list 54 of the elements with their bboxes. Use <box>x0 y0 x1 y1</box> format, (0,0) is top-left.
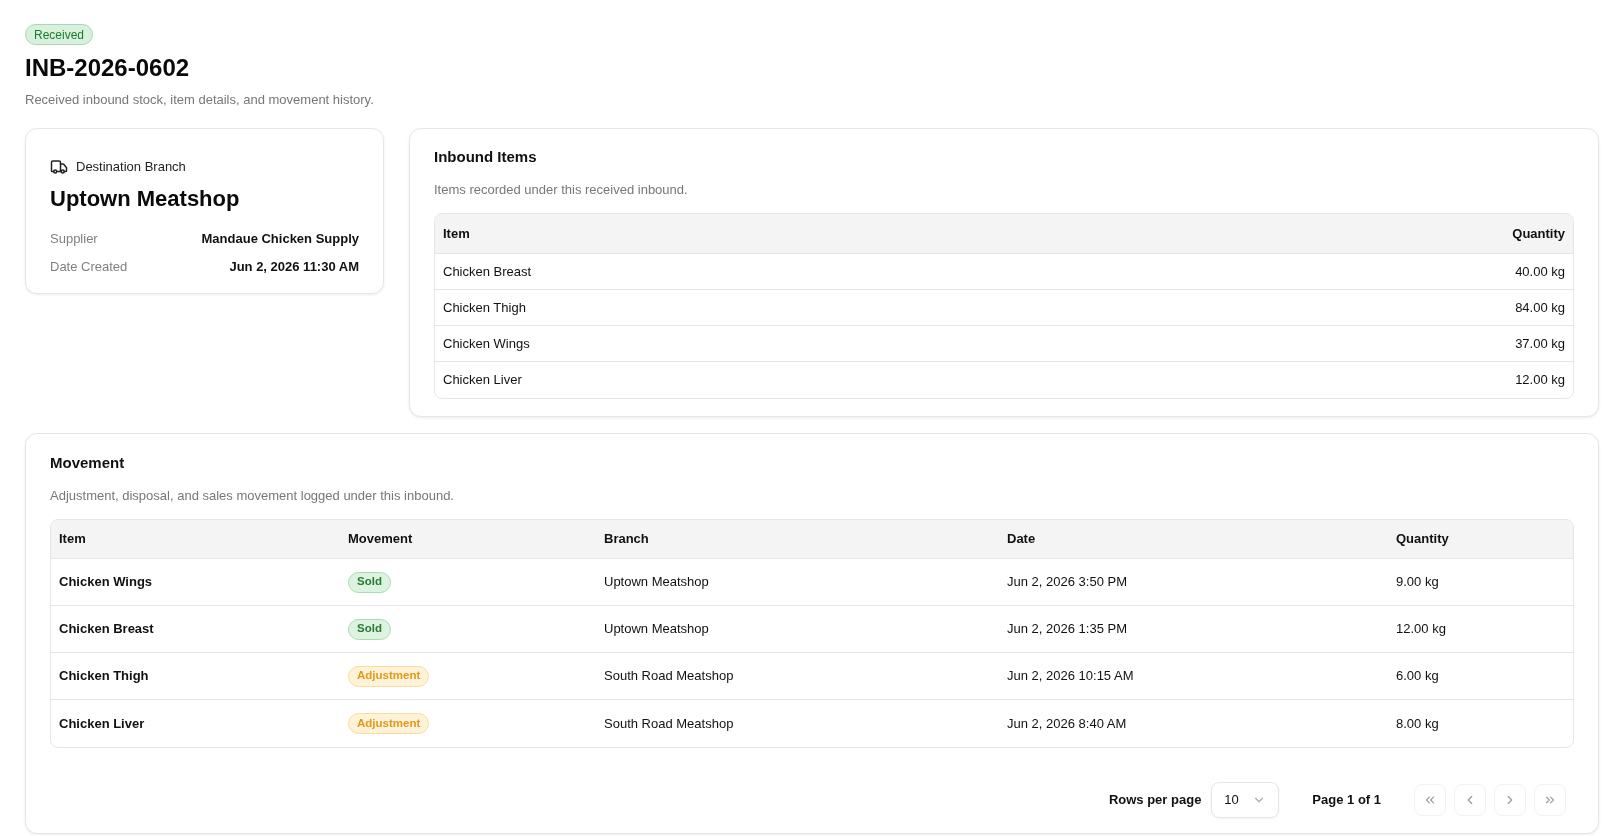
card-title: Inbound Items <box>434 148 537 165</box>
column-header: Movement <box>348 530 413 549</box>
table-cell-text: Chicken Thigh <box>59 667 149 686</box>
table-cell-text: Chicken Thigh <box>443 298 526 317</box>
status-badge: Received <box>25 24 94 45</box>
table-cell-text: 40.00 kg <box>1515 262 1565 281</box>
column-header: Branch <box>604 530 649 549</box>
table-cell-text: Chicken Wings <box>59 573 153 592</box>
detail-label: Supplier <box>50 230 98 248</box>
movement-badge: Adjustment <box>348 713 430 734</box>
table-cell-text: South Road Meatshop <box>604 667 734 686</box>
table-cell-text: 12.00 kg <box>1396 620 1446 639</box>
table-cell-text: 8.00 kg <box>1396 714 1439 733</box>
column-header: Date <box>1007 530 1036 549</box>
table-cell-text: Jun 2, 2026 3:50 PM <box>1007 573 1127 592</box>
table-cell-text: Jun 2, 2026 10:15 AM <box>1007 667 1134 686</box>
movement-badge: Adjustment <box>348 665 430 687</box>
table-cell-text: Jun 2, 2026 1:35 PM <box>1007 620 1127 639</box>
table-cell-text: Chicken Breast <box>59 620 154 639</box>
table-cell-text: 6.00 kg <box>1396 667 1439 686</box>
movement-badge: Sold <box>348 571 391 593</box>
detail-value: Mandaue Chicken Supply <box>201 230 359 248</box>
table-cell-text: Chicken Liver <box>443 371 522 390</box>
column-header: Item <box>59 530 86 549</box>
card-title: Movement <box>50 454 125 471</box>
table-cell-text: 84.00 kg <box>1515 298 1565 317</box>
card-description: Items recorded under this received inbound. <box>434 182 688 197</box>
column-header: Item <box>443 224 470 243</box>
double-chevron-right-icon <box>1543 793 1557 807</box>
table-cell-text: Chicken Breast <box>443 262 532 281</box>
table-cell-text: Uptown Meatshop <box>604 620 709 639</box>
detail-label: Date Created <box>50 258 128 276</box>
page-subtitle: Received inbound stock, item details, and movement history. <box>25 92 374 107</box>
table-cell-text: Chicken Liver <box>59 714 145 733</box>
detail-value: Jun 2, 2026 11:30 AM <box>229 258 359 276</box>
page-title: INB-2026-0602 <box>25 54 190 81</box>
table-cell-text: Jun 2, 2026 8:40 AM <box>1007 714 1127 733</box>
table-cell-text: South Road Meatshop <box>604 714 734 733</box>
movement-badge: Sold <box>348 618 391 640</box>
column-header: Quantity <box>1512 224 1565 243</box>
table-cell-text: 9.00 kg <box>1396 573 1439 592</box>
table-cell-text: 12.00 kg <box>1515 371 1565 390</box>
table-cell-text: Uptown Meatshop <box>604 573 709 592</box>
card-label: Destination Branch <box>76 158 186 176</box>
card-description: Adjustment, disposal, and sales movement logged under this inbound. <box>50 488 454 503</box>
page-indicator: Page 1 of 1 <box>1312 791 1381 810</box>
rows-per-page-select[interactable]: 10 <box>1211 782 1280 818</box>
double-chevron-left-icon <box>1423 793 1437 807</box>
table-cell-text: Chicken Wings <box>443 334 530 353</box>
column-header: Quantity <box>1396 530 1449 549</box>
rows-per-page-label: Rows per page <box>1108 791 1202 810</box>
branch-name: Uptown Meatshop <box>50 186 240 211</box>
truck-icon <box>50 158 68 176</box>
table-cell-text: 37.00 kg <box>1515 334 1565 353</box>
